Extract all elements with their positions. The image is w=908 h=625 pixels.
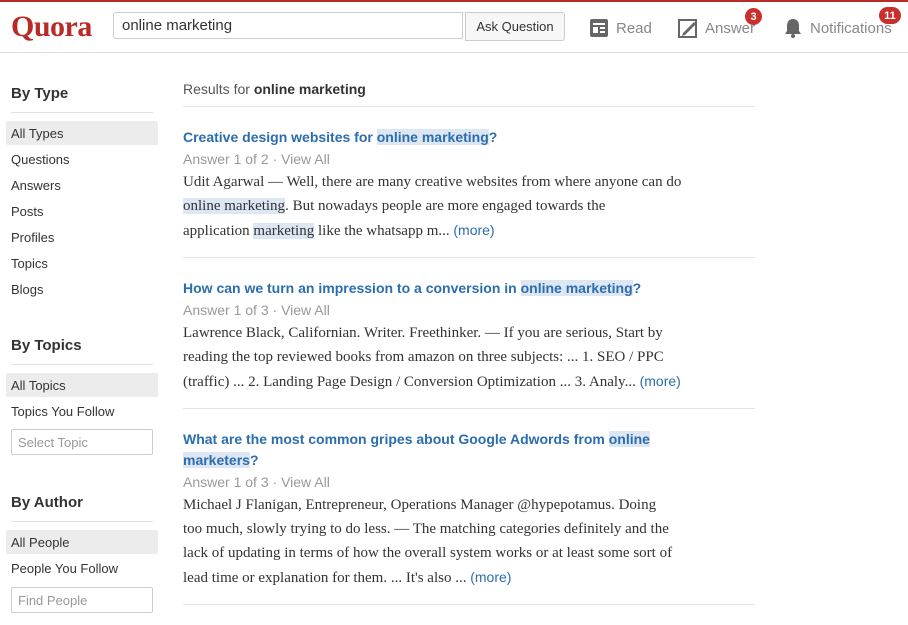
result-question-link[interactable]: What are the most common gripes about Go…: [183, 429, 755, 471]
result-item: What are the most common gripes about Go…: [183, 429, 755, 590]
result-meta: Answer 1 of 3 · View All: [183, 474, 330, 490]
nav-read-label: Read: [616, 19, 652, 37]
snippet-line: Lawrence Black, Californian. Writer. Fre…: [183, 325, 663, 341]
question-text: What are the most common gripes about Go…: [183, 431, 609, 447]
snippet-line: lead time or explanation for them. ... I…: [183, 565, 755, 590]
nav-read[interactable]: Read: [589, 16, 652, 40]
snippet-line: online marketing. But nowadays people ar…: [183, 194, 755, 218]
snippet-line: too much, slowly trying to do less. — Th…: [183, 521, 669, 537]
nav-notifications-label: Notifications: [810, 19, 892, 37]
result-item: Creative design websites for online mark…: [183, 127, 755, 243]
filter-topics[interactable]: Topics: [6, 251, 158, 275]
divider: [11, 112, 153, 113]
divider: [183, 408, 755, 409]
result-item: How can we turn an impression to a conve…: [183, 278, 755, 394]
more-link[interactable]: (more): [470, 569, 511, 585]
result-question-link[interactable]: How can we turn an impression to a conve…: [183, 278, 755, 299]
filter-questions[interactable]: Questions: [6, 147, 158, 171]
answer-count-text: Answer 1 of 3: [183, 302, 269, 318]
filter-blogs[interactable]: Blogs: [6, 277, 158, 301]
snippet-line: lack of updating in terms of how the ove…: [183, 545, 673, 561]
bell-icon: [785, 19, 801, 38]
answer-snippet: Michael J Flanigan, Entrepreneur, Operat…: [183, 493, 755, 590]
search-input[interactable]: [113, 12, 463, 39]
by-topics-heading: By Topics: [11, 337, 82, 354]
answer-snippet: Udit Agarwal — Well, there are many crea…: [183, 170, 755, 243]
highlighted-term: marketing: [253, 223, 315, 239]
answer-snippet: Lawrence Black, Californian. Writer. Fre…: [183, 321, 755, 394]
snippet-line: Michael J Flanigan, Entrepreneur, Operat…: [183, 497, 657, 513]
filter-profiles[interactable]: Profiles: [6, 225, 158, 249]
filter-all-types[interactable]: All Types: [6, 121, 158, 145]
answer-count-badge: 3: [745, 8, 762, 25]
snippet-text: . But nowadays people are more engaged t…: [285, 198, 606, 214]
by-type-heading: By Type: [11, 85, 69, 102]
question-line: marketers?: [183, 450, 755, 471]
nav-notifications[interactable]: Notifications: [783, 16, 892, 40]
snippet-text: (traffic) ... 2. Landing Page Design / C…: [183, 374, 640, 390]
snippet-line: reading the top reviewed books from amaz…: [183, 349, 664, 365]
top-header: Quora Ask Question Read Answer 3 Notific…: [0, 2, 908, 53]
answer-count-text: Answer 1 of 2: [183, 151, 269, 167]
question-text: ?: [632, 280, 642, 296]
select-topic-input[interactable]: [11, 429, 153, 455]
question-text: ?: [488, 129, 498, 145]
snippet-text: application: [183, 223, 254, 239]
view-all-link[interactable]: View All: [281, 302, 330, 318]
quora-logo[interactable]: Quora: [11, 10, 92, 44]
results-heading: Results for online marketing: [183, 81, 366, 97]
highlighted-term: online marketing: [520, 280, 633, 296]
notifications-count-badge: 11: [879, 7, 901, 24]
divider: [183, 106, 755, 107]
results-query: online marketing: [253, 81, 366, 97]
answer-pencil-icon: [678, 19, 697, 38]
filter-all-people[interactable]: All People: [6, 530, 158, 554]
divider: [183, 257, 755, 258]
more-link[interactable]: (more): [453, 222, 494, 238]
question-text: How can we turn an impression to a conve…: [183, 280, 521, 296]
result-meta: Answer 1 of 3 · View All: [183, 302, 330, 318]
highlighted-term: online marketing: [183, 198, 286, 214]
snippet-line: Udit Agarwal — Well, there are many crea…: [183, 174, 682, 190]
snippet-text: lead time or explanation for them. ... I…: [183, 570, 471, 586]
filter-posts[interactable]: Posts: [6, 199, 158, 223]
by-author-heading: By Author: [11, 494, 83, 511]
filter-topics-you-follow[interactable]: Topics You Follow: [6, 399, 158, 423]
highlighted-term: online: [608, 431, 650, 447]
ask-question-button[interactable]: Ask Question: [465, 12, 565, 41]
divider: [11, 364, 153, 365]
more-link[interactable]: (more): [640, 373, 681, 389]
filter-people-you-follow[interactable]: People You Follow: [6, 556, 158, 580]
snippet-text: like the whatsapp m...: [314, 223, 454, 239]
result-question-link[interactable]: Creative design websites for online mark…: [183, 127, 755, 148]
view-all-link[interactable]: View All: [281, 474, 330, 490]
snippet-line: application marketing like the whatsapp …: [183, 218, 755, 243]
find-people-input[interactable]: [11, 587, 153, 613]
read-icon: [590, 19, 608, 37]
snippet-line: (traffic) ... 2. Landing Page Design / C…: [183, 369, 755, 394]
highlighted-term: marketers: [183, 452, 250, 468]
view-all-link[interactable]: View All: [281, 151, 330, 167]
results-prefix: Results for: [183, 81, 250, 97]
nav-answer[interactable]: Answer: [678, 16, 755, 40]
result-meta: Answer 1 of 2 · View All: [183, 151, 330, 167]
question-text: ?: [249, 452, 259, 468]
filter-all-topics[interactable]: All Topics: [6, 373, 158, 397]
answer-count-text: Answer 1 of 3: [183, 474, 269, 490]
divider: [183, 604, 755, 605]
divider: [11, 521, 153, 522]
highlighted-term: online marketing: [376, 129, 489, 145]
question-text: Creative design websites for: [183, 129, 377, 145]
filter-answers[interactable]: Answers: [6, 173, 158, 197]
question-line: What are the most common gripes about Go…: [183, 429, 755, 450]
